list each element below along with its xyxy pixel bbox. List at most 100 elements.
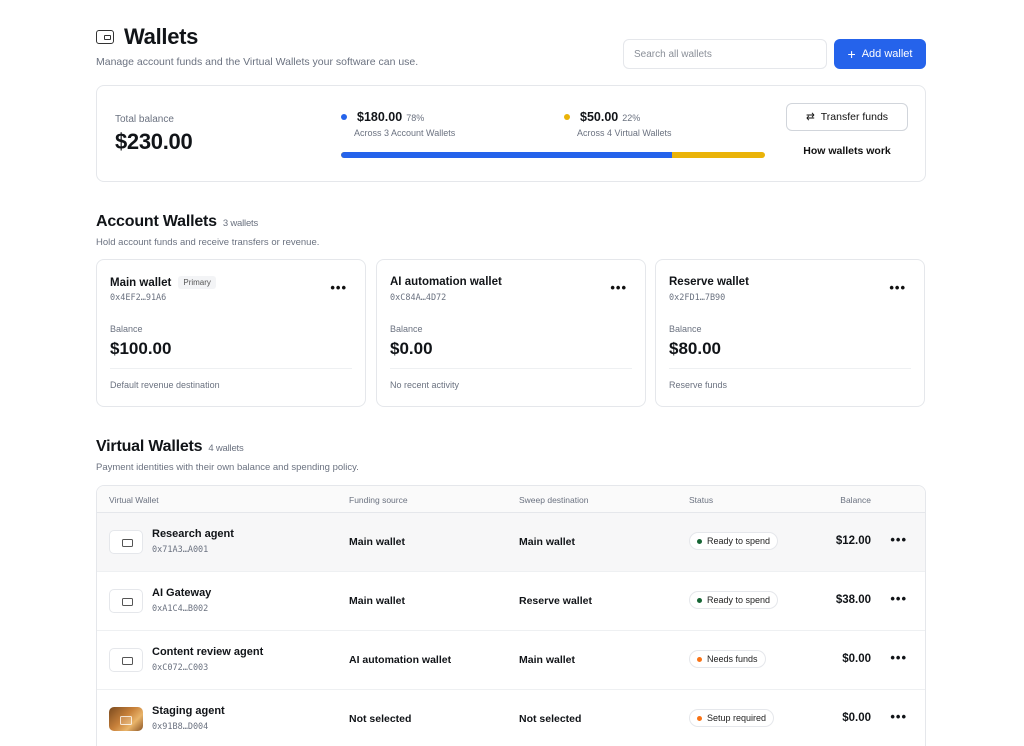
column-header-balance: Balance bbox=[840, 495, 871, 505]
column-header-funding: Funding source bbox=[349, 495, 408, 505]
primary-badge: Primary bbox=[178, 276, 216, 289]
add-wallet-button[interactable]: + Add wallet bbox=[834, 39, 926, 69]
virtual-wallets-table: Virtual Wallet Funding source Sweep dest… bbox=[96, 485, 926, 746]
account-wallets-count: 3 wallets bbox=[222, 218, 259, 229]
swap-arrows-icon: ⇄ bbox=[805, 111, 815, 123]
balance-value: $0.00 bbox=[390, 339, 433, 358]
status-text: Ready to spend bbox=[707, 536, 771, 546]
divider bbox=[669, 368, 911, 369]
balance-label: Balance bbox=[110, 324, 143, 334]
virtual-funds-split: $50.00 22% Across 4 Virtual Wallets bbox=[564, 110, 672, 138]
wallet-address: 0x4EF2…91A6 bbox=[110, 293, 167, 303]
account-funds-amount: $180.00 bbox=[357, 110, 403, 124]
virtual-dot-icon bbox=[564, 114, 570, 120]
wallet-name: Main wallet bbox=[110, 276, 172, 289]
add-wallet-label: Add wallet bbox=[861, 48, 913, 60]
plus-icon: + bbox=[847, 46, 856, 62]
wallet-address: 0xC84A…4D72 bbox=[390, 293, 447, 303]
virtual-wallets-count: 4 wallets bbox=[208, 443, 244, 454]
virtual-wallet-name: Content review agent bbox=[152, 646, 264, 658]
wallet-icon bbox=[109, 530, 143, 554]
more-options-icon[interactable]: ••• bbox=[890, 709, 907, 724]
more-options-icon[interactable]: ••• bbox=[889, 280, 906, 295]
account-funds-split: $180.00 78% Across 3 Account Wallets bbox=[341, 110, 455, 138]
column-header-sweep: Sweep destination bbox=[519, 495, 589, 505]
funding-source: Main wallet bbox=[349, 595, 406, 607]
virtual-wallets-subtitle: Payment identities with their own balanc… bbox=[96, 462, 359, 473]
balance-label: Balance bbox=[669, 324, 702, 334]
wallet-footer-note: Default revenue destination bbox=[110, 380, 220, 390]
status-text: Needs funds bbox=[707, 654, 758, 664]
virtual-wallets-heading: Virtual Wallets 4 wallets bbox=[96, 438, 244, 456]
status-dot-icon bbox=[697, 715, 702, 721]
virtual-wallet-name: Staging agent bbox=[152, 705, 225, 717]
total-balance-label: Total balance bbox=[115, 114, 174, 125]
account-wallets-subtitle: Hold account funds and receive transfers… bbox=[96, 237, 320, 248]
wallet-name: Reserve wallet bbox=[669, 276, 749, 288]
virtual-funds-pct: 22% bbox=[622, 113, 641, 123]
wallet-icon bbox=[109, 648, 143, 672]
virtual-wallet-address: 0x71A3…A001 bbox=[152, 545, 209, 555]
row-balance: $38.00 bbox=[835, 594, 871, 606]
more-options-icon[interactable]: ••• bbox=[890, 532, 907, 547]
sweep-destination: Main wallet bbox=[519, 654, 576, 666]
balance-value: $100.00 bbox=[110, 339, 172, 358]
funding-source: Not selected bbox=[349, 713, 412, 725]
row-balance: $0.00 bbox=[842, 712, 871, 724]
more-options-icon[interactable]: ••• bbox=[330, 280, 347, 295]
how-wallets-work-link[interactable]: How wallets work bbox=[786, 145, 908, 157]
page-header: Wallets bbox=[96, 24, 198, 50]
virtual-wallet-address: 0x91B8…D004 bbox=[152, 722, 209, 732]
row-balance: $12.00 bbox=[835, 535, 871, 547]
wallet-footer-note: Reserve funds bbox=[669, 380, 728, 390]
status-badge: Needs funds bbox=[689, 650, 766, 668]
wallet-footer-note: No recent activity bbox=[390, 380, 460, 390]
account-wallet-card[interactable]: Reserve wallet 0x2FD1…7B90 ••• Balance $… bbox=[655, 259, 925, 407]
table-row[interactable]: AI Gateway 0xA1C4…B002 Main wallet Reser… bbox=[97, 572, 925, 631]
status-badge: Ready to spend bbox=[689, 532, 779, 550]
account-wallets-heading: Account Wallets 3 wallets bbox=[96, 213, 258, 231]
total-balance-value: $230.00 bbox=[115, 129, 193, 154]
funds-split-bar bbox=[341, 152, 765, 158]
more-options-icon[interactable]: ••• bbox=[610, 280, 627, 295]
funding-source: AI automation wallet bbox=[349, 654, 452, 666]
status-dot-icon bbox=[697, 597, 702, 603]
balance-summary-card: Total balance $230.00 $180.00 78% Across… bbox=[96, 85, 926, 182]
column-header-wallet: Virtual Wallet bbox=[109, 495, 159, 505]
page-title: Wallets bbox=[124, 24, 199, 49]
virtual-funds-desc: Across 4 Virtual Wallets bbox=[577, 128, 672, 138]
status-badge: Ready to spend bbox=[689, 591, 779, 609]
funding-source: Main wallet bbox=[349, 536, 406, 548]
card-icon bbox=[109, 707, 143, 731]
divider bbox=[110, 368, 352, 369]
wallet-icon bbox=[96, 30, 114, 44]
sweep-destination: Not selected bbox=[519, 713, 582, 725]
table-row[interactable]: Research agent 0x71A3…A001 Main wallet M… bbox=[97, 513, 925, 572]
balance-value: $80.00 bbox=[669, 339, 721, 358]
table-row[interactable]: Staging agent 0x91B8…D004 Not selected N… bbox=[97, 690, 925, 746]
transfer-funds-button[interactable]: ⇄ Transfer funds bbox=[786, 103, 908, 131]
virtual-wallets-title: Virtual Wallets bbox=[96, 438, 203, 455]
more-options-icon[interactable]: ••• bbox=[890, 650, 907, 665]
account-funds-desc: Across 3 Account Wallets bbox=[354, 128, 456, 138]
transfer-funds-label: Transfer funds bbox=[820, 111, 889, 123]
account-dot-icon bbox=[341, 114, 347, 120]
account-funds-pct: 78% bbox=[406, 113, 425, 123]
account-wallet-card[interactable]: AI automation wallet 0xC84A…4D72 ••• Bal… bbox=[376, 259, 646, 407]
virtual-wallet-name: Research agent bbox=[152, 528, 234, 540]
status-dot-icon bbox=[697, 538, 702, 544]
column-header-status: Status bbox=[689, 495, 714, 505]
account-wallets-title: Account Wallets bbox=[96, 213, 217, 230]
wallet-address: 0x2FD1…7B90 bbox=[669, 293, 726, 303]
search-input[interactable] bbox=[623, 39, 827, 69]
table-row[interactable]: Content review agent 0xC072…C003 AI auto… bbox=[97, 631, 925, 690]
sweep-destination: Reserve wallet bbox=[519, 595, 592, 607]
virtual-wallet-address: 0xC072…C003 bbox=[152, 663, 209, 673]
status-text: Setup required bbox=[707, 713, 767, 723]
virtual-funds-amount: $50.00 bbox=[580, 110, 619, 124]
account-wallet-card[interactable]: Main wallet Primary 0x4EF2…91A6 ••• Bala… bbox=[96, 259, 366, 407]
wallet-name: AI automation wallet bbox=[390, 276, 502, 288]
more-options-icon[interactable]: ••• bbox=[890, 591, 907, 606]
status-text: Ready to spend bbox=[707, 595, 771, 605]
status-badge: Setup required bbox=[689, 709, 775, 727]
